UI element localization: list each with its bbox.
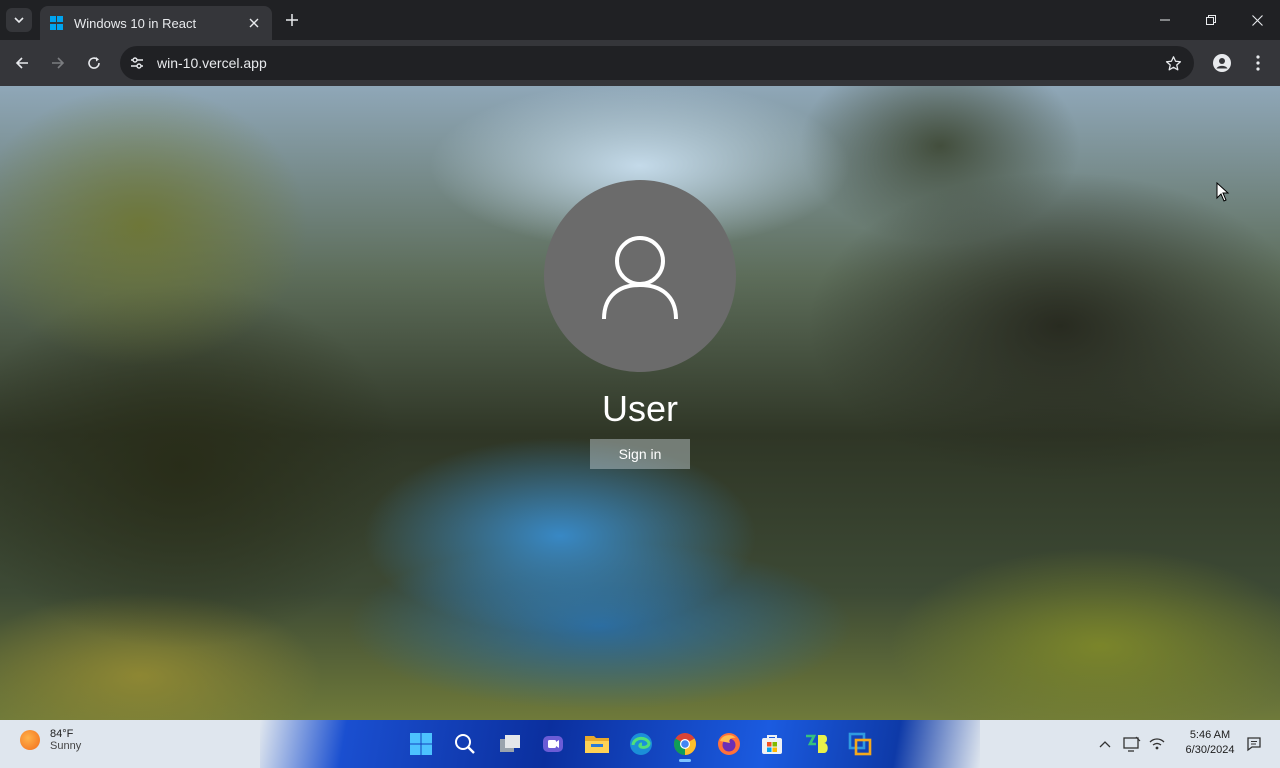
url-text: win-10.vercel.app bbox=[157, 55, 267, 71]
virtualbox-icon bbox=[848, 732, 872, 756]
user-avatar bbox=[544, 180, 736, 372]
task-view-icon bbox=[500, 735, 520, 752]
terminal-b-button[interactable] bbox=[801, 728, 833, 760]
lockscreen-username: User bbox=[601, 388, 678, 429]
file-explorer-icon bbox=[585, 736, 609, 753]
chrome-button[interactable] bbox=[669, 728, 701, 762]
more-vertical-icon bbox=[1256, 55, 1260, 71]
restore-icon bbox=[1206, 15, 1216, 25]
chevron-down-icon bbox=[14, 17, 24, 24]
minimize-icon bbox=[1160, 19, 1170, 21]
store-icon bbox=[762, 735, 782, 754]
browser-menu-button[interactable] bbox=[1246, 51, 1270, 75]
chevron-up-icon bbox=[1099, 741, 1111, 748]
profile-button[interactable] bbox=[1210, 51, 1234, 75]
new-tab-button[interactable] bbox=[282, 10, 302, 30]
tray-display-button[interactable] bbox=[1122, 734, 1142, 754]
edge-button[interactable] bbox=[625, 728, 657, 760]
start-button[interactable] bbox=[405, 728, 437, 760]
tab-search-button[interactable] bbox=[6, 8, 32, 32]
sign-in-button[interactable]: Sign in bbox=[590, 439, 690, 469]
browser-tab-active[interactable]: Windows 10 in React bbox=[40, 6, 272, 40]
profile-icon bbox=[1213, 54, 1231, 72]
network-icon bbox=[1149, 738, 1165, 750]
task-view-button[interactable] bbox=[494, 728, 526, 760]
windows-logo-icon bbox=[410, 733, 432, 755]
edge-icon bbox=[630, 733, 652, 755]
site-settings-icon[interactable] bbox=[128, 54, 146, 72]
minimize-button[interactable] bbox=[1142, 0, 1188, 40]
virtualbox-button[interactable] bbox=[844, 728, 876, 760]
taskbar-clock[interactable]: 5:46 AM 6/30/2024 bbox=[1178, 728, 1242, 758]
arrow-right-icon bbox=[52, 57, 65, 69]
taskbar: 84°F Sunny 5:46 AM 6/30/2024 bbox=[0, 720, 1280, 768]
close-icon bbox=[1251, 14, 1263, 26]
restore-button[interactable] bbox=[1188, 0, 1234, 40]
taskbar-search-button[interactable] bbox=[449, 728, 481, 760]
lockscreen-background: User Sign in bbox=[0, 86, 1280, 720]
tab-close-icon[interactable] bbox=[246, 15, 262, 31]
file-explorer-button[interactable] bbox=[581, 728, 613, 760]
weather-temp: 84°F bbox=[50, 728, 74, 740]
browser-tabstrip: Windows 10 in React bbox=[0, 0, 1280, 40]
windows-favicon-icon bbox=[50, 16, 64, 30]
display-icon bbox=[1123, 736, 1141, 752]
tab-title: Windows 10 in React bbox=[74, 15, 197, 31]
chrome-icon bbox=[674, 733, 696, 755]
mouse-cursor-icon bbox=[1216, 182, 1230, 202]
back-button[interactable] bbox=[10, 51, 34, 75]
search-icon bbox=[455, 734, 475, 754]
store-button[interactable] bbox=[756, 728, 788, 760]
sun-icon bbox=[20, 730, 40, 750]
notification-center-button[interactable] bbox=[1244, 734, 1264, 754]
address-bar[interactable]: win-10.vercel.app bbox=[120, 46, 1194, 80]
weather-widget[interactable]: 84°F Sunny bbox=[20, 728, 81, 752]
bookmark-star-icon[interactable] bbox=[1164, 54, 1182, 72]
meet-icon bbox=[543, 736, 563, 752]
clock-date: 6/30/2024 bbox=[1185, 744, 1235, 756]
terminal-b-icon bbox=[806, 734, 828, 753]
notification-icon bbox=[1247, 737, 1261, 752]
forward-button[interactable] bbox=[46, 51, 70, 75]
clock-time: 5:46 AM bbox=[1189, 729, 1231, 741]
user-icon bbox=[602, 236, 678, 320]
plus-icon bbox=[286, 14, 298, 26]
meet-button[interactable] bbox=[537, 728, 569, 760]
arrow-left-icon bbox=[15, 57, 28, 69]
firefox-button[interactable] bbox=[713, 728, 745, 760]
tray-network-button[interactable] bbox=[1147, 734, 1167, 754]
close-window-button[interactable] bbox=[1234, 0, 1280, 40]
firefox-icon bbox=[718, 733, 740, 755]
weather-condition: Sunny bbox=[50, 740, 82, 752]
reload-icon bbox=[88, 57, 100, 69]
reload-button[interactable] bbox=[82, 51, 106, 75]
show-hidden-icons-button[interactable] bbox=[1095, 734, 1115, 754]
